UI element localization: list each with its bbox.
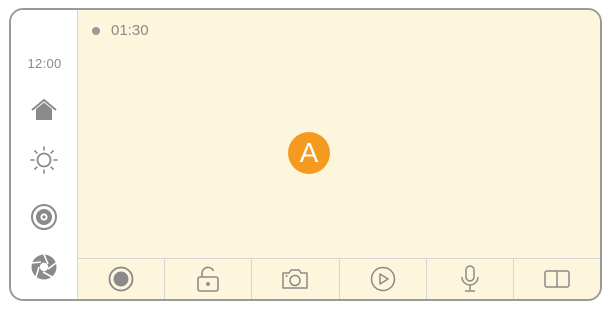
brightness-button[interactable]	[27, 143, 61, 177]
split-view-button[interactable]	[514, 259, 600, 299]
clock: 12:00	[27, 56, 62, 71]
snapshot-button[interactable]	[252, 259, 340, 299]
play-button[interactable]	[340, 259, 427, 299]
home-icon	[30, 98, 58, 122]
sidebar: 12:00	[11, 10, 78, 299]
disc-button[interactable]	[27, 200, 61, 234]
marker-badge[interactable]: A	[288, 132, 330, 174]
play-icon	[370, 266, 396, 292]
record-icon	[108, 266, 134, 292]
camera-icon	[280, 267, 310, 291]
microphone-icon	[458, 264, 482, 294]
unlock-icon	[195, 265, 221, 293]
sun-icon	[29, 145, 59, 175]
split-view-icon	[543, 268, 571, 290]
recording-time: 01:30	[111, 22, 149, 39]
microphone-button[interactable]	[427, 259, 514, 299]
home-button[interactable]	[27, 93, 61, 127]
bottom-toolbar	[78, 258, 600, 299]
record-button[interactable]	[78, 259, 166, 299]
aperture-icon	[30, 253, 58, 281]
recording-dot-icon	[92, 26, 100, 35]
device-frame: 12:00 01:30 A	[9, 8, 602, 301]
camera-view[interactable]: 01:30 A	[78, 10, 600, 299]
disc-icon	[30, 203, 58, 231]
unlock-button[interactable]	[165, 259, 253, 299]
aperture-button[interactable]	[27, 250, 61, 284]
recording-indicator: 01:30	[92, 22, 149, 39]
